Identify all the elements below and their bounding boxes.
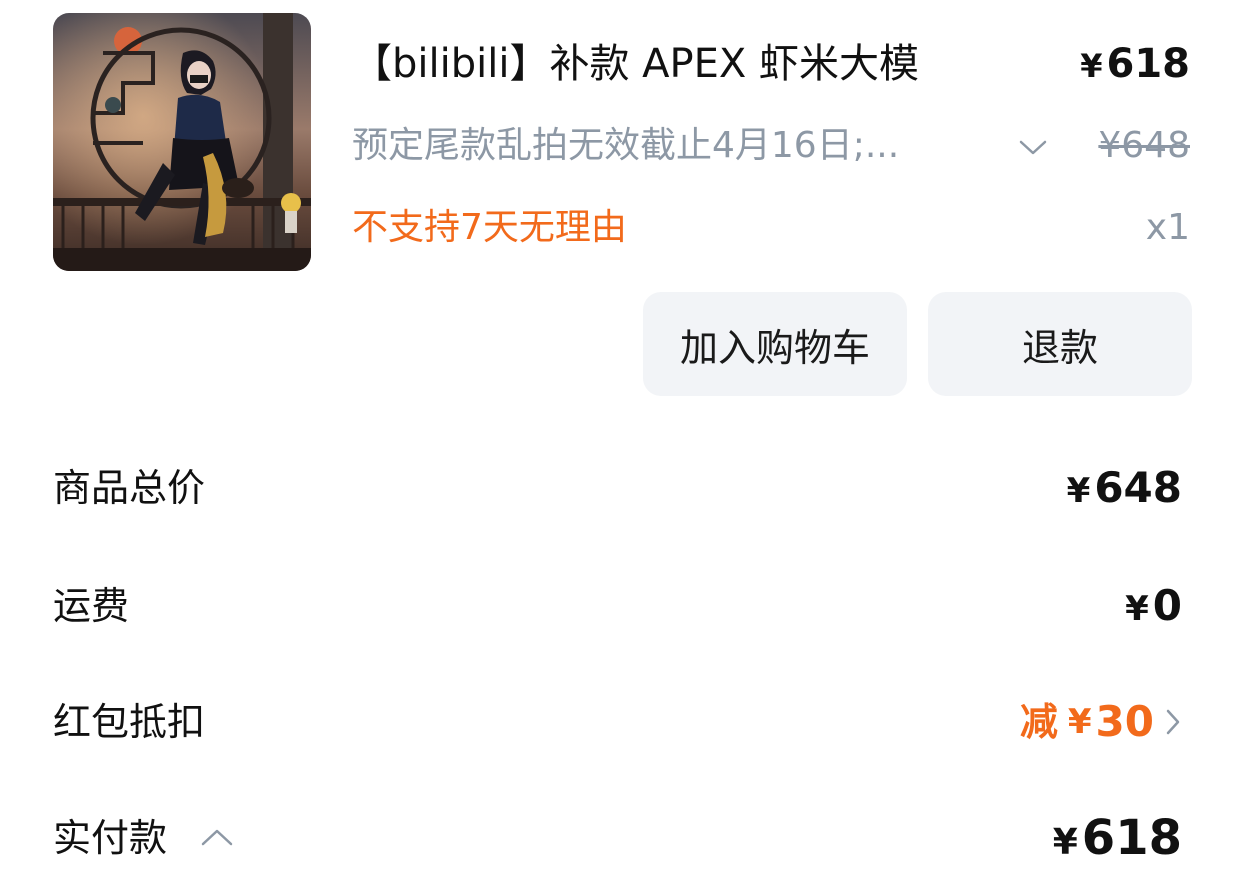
product-thumbnail[interactable] bbox=[53, 13, 311, 271]
goods-total-label: 商品总价 bbox=[53, 466, 206, 510]
paid-label[interactable]: 实付款 bbox=[53, 808, 167, 868]
currency-symbol: ¥ bbox=[1067, 702, 1092, 742]
order-detail-page: 【bilibili】补款 APEX 虾米大模 ¥618 预定尾款乱拍无效截止4月… bbox=[0, 0, 1242, 880]
product-spec[interactable]: 预定尾款乱拍无效截止4月16日;... bbox=[352, 118, 899, 174]
product-price: ¥618 bbox=[1080, 34, 1190, 96]
currency-symbol: ¥ bbox=[1066, 471, 1091, 511]
return-policy-note: 不支持7天无理由 bbox=[352, 207, 627, 248]
shipping-value: ¥0 bbox=[1125, 576, 1182, 639]
amount: 30 bbox=[1095, 697, 1154, 746]
goods-total-value: ¥648 bbox=[1067, 458, 1182, 521]
price-value: 618 bbox=[1106, 41, 1191, 87]
currency-symbol: ¥ bbox=[1052, 822, 1078, 863]
red-packet-label: 红包抵扣 bbox=[53, 700, 206, 744]
discount-prefix: 减 bbox=[1019, 700, 1058, 744]
currency-symbol: ¥ bbox=[1125, 589, 1149, 629]
shipping-label: 运费 bbox=[53, 584, 130, 628]
chevron-up-icon[interactable] bbox=[200, 826, 234, 848]
product-title[interactable]: 【bilibili】补款 APEX 虾米大模 bbox=[352, 34, 919, 94]
chevron-right-icon[interactable] bbox=[1164, 707, 1182, 737]
paid-value: ¥618 bbox=[1053, 808, 1182, 873]
amount: 0 bbox=[1152, 581, 1182, 630]
red-packet-discount[interactable]: 减 ¥ 30 bbox=[1020, 692, 1182, 752]
amount: 618 bbox=[1081, 810, 1182, 866]
chevron-down-icon[interactable] bbox=[1018, 134, 1048, 160]
product-figure-image bbox=[53, 13, 311, 271]
add-to-cart-button[interactable]: 加入购物车 bbox=[643, 292, 907, 396]
refund-button[interactable]: 退款 bbox=[928, 292, 1192, 396]
price-currency-symbol: ¥ bbox=[1080, 47, 1103, 85]
quantity: x1 bbox=[1145, 207, 1190, 248]
original-price: ¥648 bbox=[1098, 125, 1190, 166]
amount: 648 bbox=[1094, 463, 1182, 512]
